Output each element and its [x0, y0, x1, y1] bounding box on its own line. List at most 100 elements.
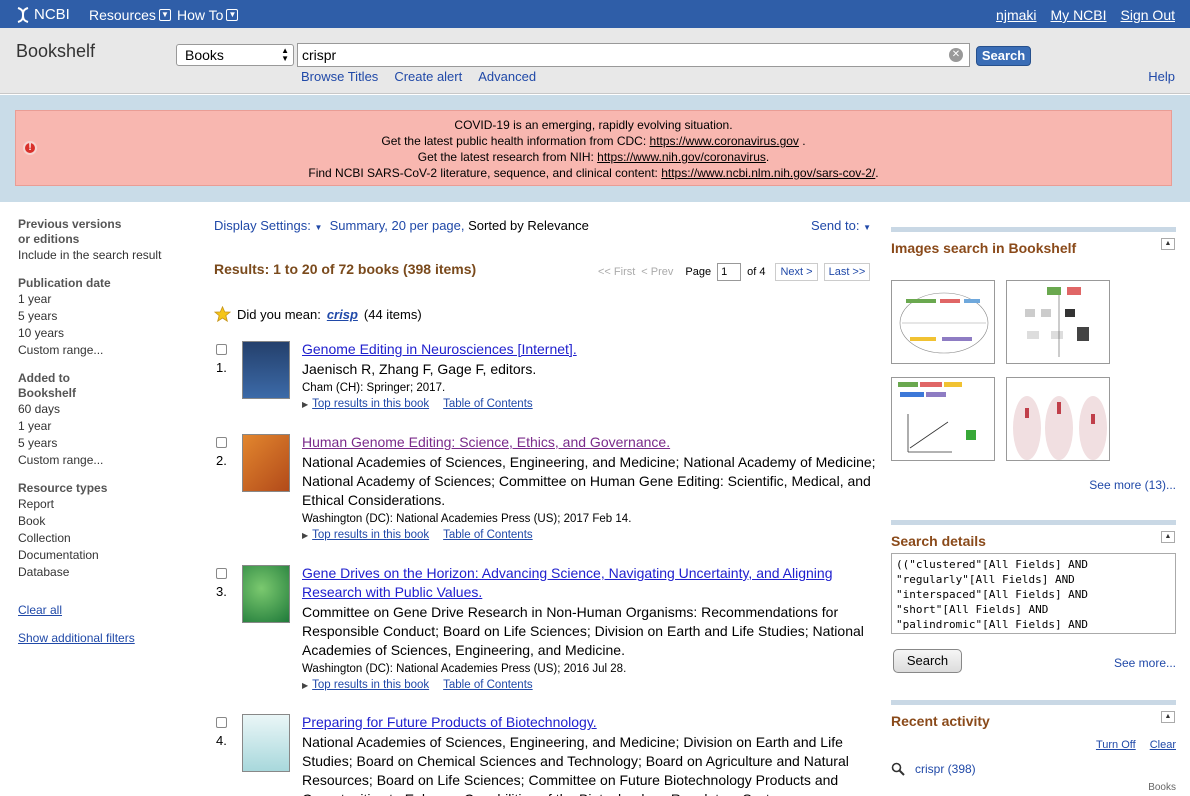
- warning-icon: !: [23, 141, 37, 155]
- display-settings-link[interactable]: Display Settings:: [214, 218, 311, 233]
- top-results-link[interactable]: Top results in this book: [312, 679, 429, 691]
- filter-item[interactable]: Database: [18, 564, 198, 581]
- image-thumbnail[interactable]: [891, 280, 995, 364]
- ncbi-logo-text: NCBI: [34, 6, 70, 23]
- user-links: njmaki My NCBI Sign Out: [996, 7, 1175, 23]
- browse-titles-link[interactable]: Browse Titles: [301, 69, 378, 84]
- images-see-more-link[interactable]: See more (13)...: [1089, 478, 1176, 492]
- last-page-button[interactable]: Last >>: [823, 263, 871, 281]
- result-title-link[interactable]: Genome Editing in Neurosciences [Interne…: [302, 340, 878, 359]
- table-of-contents-link[interactable]: Table of Contents: [443, 678, 533, 693]
- alert-line-4-text: Find NCBI SARS-CoV-2 literature, sequenc…: [308, 166, 662, 180]
- filter-item[interactable]: Documentation: [18, 547, 198, 564]
- gel-image: [1013, 396, 1107, 460]
- send-to-label: Send to:: [811, 218, 860, 233]
- image-thumbnail[interactable]: [1006, 377, 1110, 461]
- create-alert-link[interactable]: Create alert: [394, 69, 462, 84]
- result-title-link[interactable]: Preparing for Future Products of Biotech…: [302, 713, 876, 732]
- suggestion-link[interactable]: crisp: [327, 307, 358, 322]
- top-results-link[interactable]: Top results in this book: [312, 398, 429, 410]
- result-checkbox[interactable]: [216, 344, 227, 355]
- cdc-link[interactable]: https://www.coronavirus.gov: [650, 134, 799, 148]
- portlet-divider: [891, 520, 1176, 525]
- result-title-link[interactable]: Human Genome Editing: Science, Ethics, a…: [302, 433, 878, 452]
- filter-item[interactable]: Custom range...: [18, 452, 198, 469]
- filter-item[interactable]: 1 year: [18, 291, 198, 308]
- book-cover-thumbnail[interactable]: [242, 434, 290, 492]
- result-checkbox[interactable]: [216, 717, 227, 728]
- triangle-right-icon: ▶: [302, 531, 309, 540]
- search-sublinks: Browse Titles Create alert Advanced: [301, 69, 536, 84]
- filter-item[interactable]: 60 days: [18, 401, 198, 418]
- advanced-search-link[interactable]: Advanced: [478, 69, 536, 84]
- result-publisher: Washington (DC): National Academies Pres…: [302, 663, 627, 675]
- did-you-mean-label: Did you mean:: [237, 306, 321, 322]
- database-select[interactable]: Books ▲ ▼: [176, 44, 294, 66]
- clear-link[interactable]: Clear: [1150, 739, 1176, 751]
- prev-page-link: < Prev: [641, 266, 674, 278]
- search-input[interactable]: crispr ✕: [297, 43, 970, 67]
- filter-item[interactable]: Custom range...: [18, 342, 198, 359]
- result-authors: National Academies of Sciences, Engineer…: [302, 454, 876, 508]
- page-number-input[interactable]: 1: [717, 263, 742, 281]
- filter-item[interactable]: 5 years: [18, 308, 198, 325]
- send-to-menu[interactable]: Send to: ▼: [811, 218, 871, 233]
- pager: << First < Prev Page 1 of 4 Next > Last …: [598, 263, 871, 281]
- image-thumbnail[interactable]: [1006, 280, 1110, 364]
- sign-out-link[interactable]: Sign Out: [1121, 7, 1175, 23]
- table-of-contents-link[interactable]: Table of Contents: [443, 528, 533, 543]
- book-cover-thumbnail[interactable]: [242, 565, 290, 623]
- table-of-contents-link[interactable]: Table of Contents: [443, 397, 533, 412]
- nih-link[interactable]: https://www.nih.gov/coronavirus: [597, 150, 766, 164]
- username-link[interactable]: njmaki: [996, 7, 1036, 23]
- filter-item[interactable]: Report: [18, 496, 198, 513]
- search-details-textarea[interactable]: (("clustered"[All Fields] AND "regularly…: [891, 553, 1176, 634]
- filter-item[interactable]: Include in the search result: [18, 247, 198, 264]
- resources-menu[interactable]: Resources ▼: [89, 7, 171, 23]
- filter-item[interactable]: 1 year: [18, 418, 198, 435]
- how-to-menu[interactable]: How To ▼: [177, 7, 239, 23]
- result-title-link[interactable]: Gene Drives on the Horizon: Advancing Sc…: [302, 564, 878, 602]
- help-link[interactable]: Help: [1148, 69, 1175, 84]
- turn-off-link[interactable]: Turn Off: [1096, 739, 1136, 751]
- clear-search-icon[interactable]: ✕: [949, 48, 963, 62]
- show-additional-filters-link[interactable]: Show additional filters: [18, 631, 198, 645]
- book-cover-thumbnail[interactable]: [242, 714, 290, 772]
- result-body: Human Genome Editing: Science, Ethics, a…: [302, 433, 878, 543]
- alert-line-3: Get the latest research from NIH: https:…: [16, 149, 1171, 165]
- result-checkbox[interactable]: [216, 568, 227, 579]
- filter-item[interactable]: Book: [18, 513, 198, 530]
- book-cover-thumbnail[interactable]: [242, 341, 290, 399]
- ncbi-logo[interactable]: NCBI: [16, 6, 70, 23]
- recent-query-item[interactable]: crispr (398): [891, 762, 976, 776]
- resources-menu-label: Resources: [89, 7, 156, 23]
- search-details-see-more-link[interactable]: See more...: [1114, 656, 1176, 670]
- images-portlet: Images search in Bookshelf ▲ See more (1…: [891, 227, 1176, 497]
- display-settings: Display Settings: ▼ Summary, 20 per page…: [214, 218, 876, 233]
- filter-item[interactable]: 10 years: [18, 325, 198, 342]
- alert-line-2-text: Get the latest public health information…: [381, 134, 650, 148]
- sars-cov-2-link[interactable]: https://www.ncbi.nlm.nih.gov/sars-cov-2/: [661, 166, 875, 180]
- suggestion-count: (44 items): [363, 306, 422, 322]
- image-thumbnail[interactable]: [891, 377, 995, 461]
- recent-query-database: Books: [1148, 782, 1176, 793]
- collapse-icon[interactable]: ▲: [1161, 531, 1175, 543]
- alert-line-3-text: Get the latest research from NIH:: [417, 150, 598, 164]
- result-checkbox[interactable]: [216, 437, 227, 448]
- next-page-button[interactable]: Next >: [775, 263, 818, 281]
- collapse-icon[interactable]: ▲: [1161, 238, 1175, 250]
- top-results-link[interactable]: Top results in this book: [312, 529, 429, 541]
- my-ncbi-link[interactable]: My NCBI: [1051, 7, 1107, 23]
- recent-activity-title: Recent activity: [891, 713, 990, 729]
- search-button[interactable]: Search: [976, 46, 1031, 66]
- filter-item[interactable]: 5 years: [18, 435, 198, 452]
- result-item: 1. Genome Editing in Neurosciences [Inte…: [214, 340, 876, 420]
- search-details-button[interactable]: Search: [893, 649, 962, 673]
- filter-item[interactable]: Collection: [18, 530, 198, 547]
- star-icon: [214, 306, 231, 322]
- clear-all-filters-link[interactable]: Clear all: [18, 603, 198, 617]
- recent-query-link[interactable]: crispr (398): [915, 762, 976, 776]
- database-title: Bookshelf: [16, 41, 96, 61]
- collapse-icon[interactable]: ▲: [1161, 711, 1175, 723]
- results-count: Results: 1 to 20 of 72 books (398 items): [214, 261, 477, 277]
